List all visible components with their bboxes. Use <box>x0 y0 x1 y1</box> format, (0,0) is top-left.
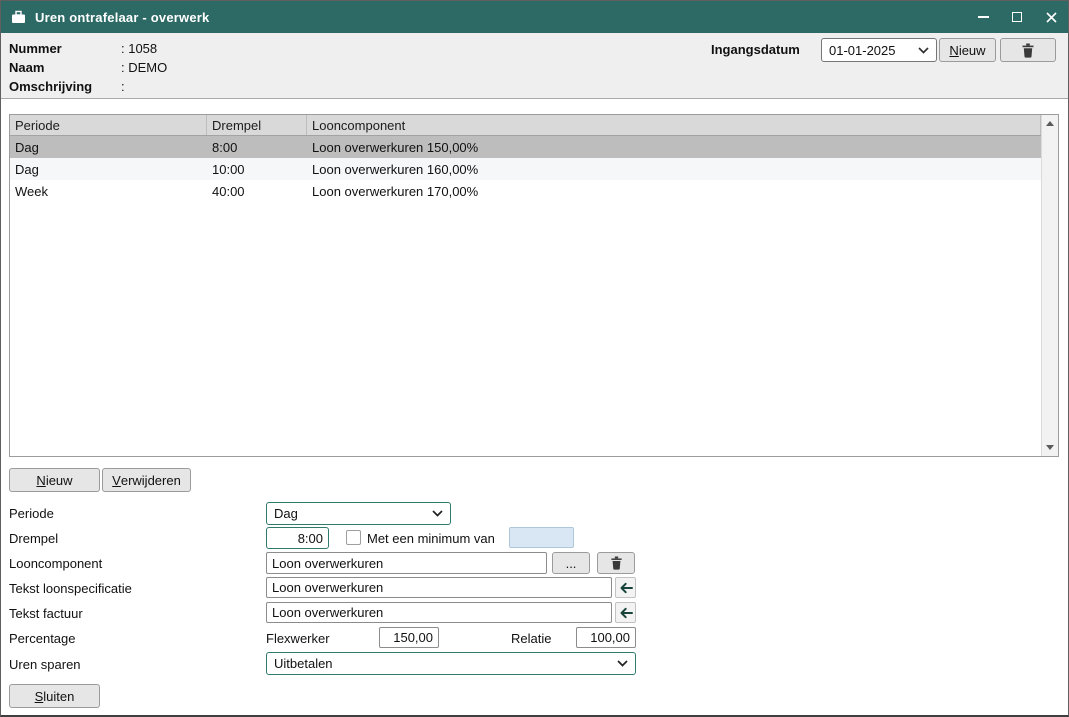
minimize-icon <box>978 16 989 18</box>
table-row[interactable]: Dag 10:00 Loon overwerkuren 160,00% <box>10 158 1041 180</box>
field-nummer: Nummer: 1058 <box>9 41 157 57</box>
table-row[interactable]: Dag 8:00 Loon overwerkuren 150,00% <box>10 136 1041 158</box>
record-header: Nummer: 1058 Naam: DEMO Omschrijving: In… <box>1 33 1068 99</box>
tekst-loonspecificatie-label: Tekst loonspecificatie <box>9 581 132 596</box>
sluiten-button[interactable]: Sluiten <box>9 684 100 708</box>
window-title: Uren ontrafelaar - overwerk <box>35 10 209 25</box>
chevron-down-icon <box>617 660 628 667</box>
omschrijving-value: : <box>121 79 125 94</box>
copy-factuur-button[interactable] <box>615 602 636 623</box>
ingangsdatum-label: Ingangsdatum <box>711 42 800 57</box>
maximize-icon <box>1012 12 1022 22</box>
header-nieuw-button[interactable]: Nieuw <box>939 38 996 62</box>
nieuw-button[interactable]: Nieuw <box>9 468 100 492</box>
maximize-button[interactable] <box>1000 1 1034 33</box>
tekst-factuur-label: Tekst factuur <box>9 606 83 621</box>
uren-sparen-label: Uren sparen <box>9 657 81 672</box>
arrow-left-icon <box>619 582 633 594</box>
column-header-periode: Periode <box>10 115 207 135</box>
ingangsdatum-select[interactable]: 01-01-2025 <box>821 38 937 62</box>
scroll-up-button[interactable] <box>1042 115 1058 132</box>
drempel-label: Drempel <box>9 531 58 546</box>
nummer-value: : 1058 <box>121 41 157 56</box>
column-header-looncomponent: Looncomponent <box>307 115 1041 135</box>
naam-label: Naam <box>9 60 121 75</box>
close-icon <box>1046 12 1057 23</box>
looncomponent-browse-button[interactable]: ... <box>552 552 590 574</box>
titlebar[interactable]: Uren ontrafelaar - overwerk <box>1 1 1068 33</box>
drempel-input[interactable] <box>266 527 329 549</box>
uren-sparen-select[interactable]: Uitbetalen <box>266 652 636 675</box>
tekst-loonspecificatie-input[interactable] <box>266 577 612 598</box>
minimum-checkbox[interactable] <box>346 530 361 545</box>
omschrijving-label: Omschrijving <box>9 79 121 94</box>
verwijderen-button[interactable]: Verwijderen <box>102 468 191 492</box>
naam-value: : DEMO <box>121 60 167 75</box>
cell-drempel: 10:00 <box>207 158 307 180</box>
percentage-label: Percentage <box>9 631 76 646</box>
relatie-percentage-input[interactable] <box>576 627 636 648</box>
table-header-row: Periode Drempel Looncomponent <box>10 115 1041 136</box>
column-header-drempel: Drempel <box>207 115 307 135</box>
app-icon <box>11 10 26 24</box>
field-naam: Naam: DEMO <box>9 60 167 76</box>
periode-label: Periode <box>9 506 54 521</box>
relatie-label: Relatie <box>511 631 551 646</box>
cell-periode: Dag <box>10 136 207 158</box>
cell-looncomponent: Loon overwerkuren 160,00% <box>307 158 1041 180</box>
table-row[interactable]: Week 40:00 Loon overwerkuren 170,00% <box>10 180 1041 202</box>
periods-table-body: Periode Drempel Looncomponent Dag 8:00 L… <box>10 115 1041 456</box>
app-window: Uren ontrafelaar - overwerk Nummer: 1058… <box>0 0 1069 717</box>
cell-periode: Dag <box>10 158 207 180</box>
cell-periode: Week <box>10 180 207 202</box>
triangle-up-icon <box>1046 121 1054 126</box>
copy-loonspecificatie-button[interactable] <box>615 577 636 598</box>
minimum-label: Met een minimum van <box>367 531 495 546</box>
chevron-down-icon <box>918 47 929 54</box>
cell-drempel: 40:00 <box>207 180 307 202</box>
arrow-left-icon <box>619 607 633 619</box>
nummer-label: Nummer <box>9 41 121 56</box>
header-delete-button[interactable] <box>1000 38 1056 62</box>
flexwerker-label: Flexwerker <box>266 631 330 646</box>
flexwerker-percentage-input[interactable] <box>379 627 439 648</box>
minimize-button[interactable] <box>966 1 1000 33</box>
close-button[interactable] <box>1034 1 1068 33</box>
periods-table: Periode Drempel Looncomponent Dag 8:00 L… <box>9 114 1059 457</box>
looncomponent-delete-button[interactable] <box>597 552 635 574</box>
looncomponent-label: Looncomponent <box>9 556 102 571</box>
periode-select[interactable]: Dag <box>266 502 451 525</box>
tekst-factuur-input[interactable] <box>266 602 612 623</box>
uren-sparen-value: Uitbetalen <box>274 656 617 671</box>
minimum-input[interactable] <box>509 527 574 548</box>
window-controls <box>966 1 1068 33</box>
field-omschrijving: Omschrijving: <box>9 79 125 95</box>
looncomponent-input[interactable] <box>266 552 547 574</box>
triangle-down-icon <box>1046 445 1054 450</box>
trash-icon <box>1021 43 1035 58</box>
cell-looncomponent: Loon overwerkuren 150,00% <box>307 136 1041 158</box>
periode-value: Dag <box>274 506 432 521</box>
cell-drempel: 8:00 <box>207 136 307 158</box>
vertical-scrollbar[interactable] <box>1041 115 1058 456</box>
ingangsdatum-value: 01-01-2025 <box>829 43 918 58</box>
chevron-down-icon <box>432 510 443 517</box>
cell-looncomponent: Loon overwerkuren 170,00% <box>307 180 1041 202</box>
scroll-down-button[interactable] <box>1042 439 1058 456</box>
trash-icon <box>610 556 623 570</box>
